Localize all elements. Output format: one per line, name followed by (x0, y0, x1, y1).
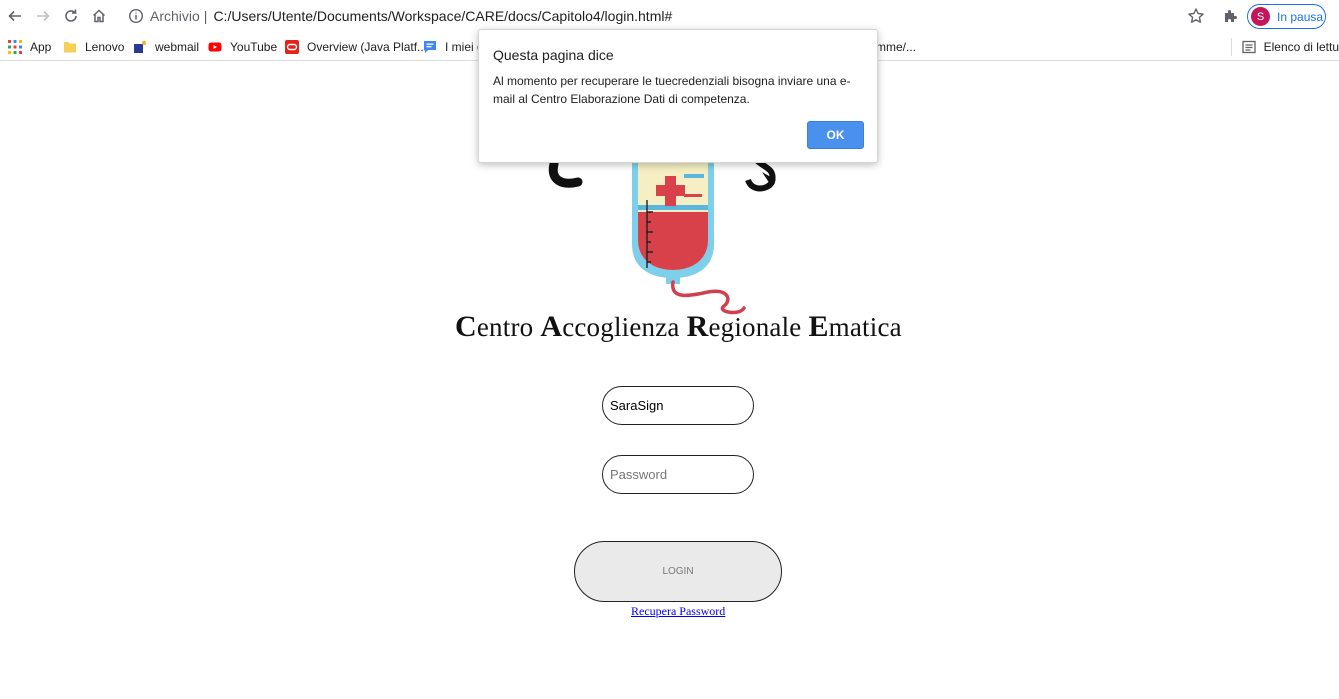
back-button[interactable] (5, 6, 25, 26)
title-initial-r: R (686, 310, 709, 343)
divider (1230, 38, 1232, 56)
reload-button[interactable] (61, 6, 81, 26)
bookmark-app[interactable]: App (8, 38, 51, 56)
recover-password-link[interactable]: Recupera Password (631, 604, 725, 619)
home-icon (92, 9, 106, 23)
username-input[interactable] (602, 386, 754, 425)
reading-list-icon (1241, 40, 1256, 54)
organization-title: Centro Accoglienza Regionale Ematica (455, 310, 905, 344)
bookmark-star-icon[interactable] (1187, 7, 1205, 25)
title-text: ccoglienza (562, 312, 687, 342)
password-input[interactable] (602, 455, 754, 494)
forward-button[interactable] (33, 6, 53, 26)
folder-icon (64, 42, 76, 53)
arrow-left-icon (8, 10, 21, 22)
title-initial-e: E (808, 310, 829, 343)
ok-button[interactable]: OK (807, 121, 864, 149)
dialog-message: Al momento per recuperare le tuecredenzi… (493, 74, 851, 106)
reading-list-label: Elenco di lettu (1263, 40, 1339, 54)
title-initial-a: A (540, 310, 563, 343)
title-text: matica (828, 312, 902, 342)
profile-button[interactable]: S In pausa (1247, 4, 1326, 29)
alert-dialog: Questa pagina dice Al momento per recupe… (478, 29, 878, 163)
title-initial-c: C (455, 310, 477, 343)
url-scheme-label: Archivio (150, 8, 200, 24)
webmail-icon (134, 40, 147, 53)
avatar: S (1251, 7, 1270, 26)
profile-status: In pausa (1277, 9, 1324, 24)
login-button[interactable]: LOGIN (574, 541, 782, 602)
reload-icon (65, 9, 77, 22)
bookmark-lenovo[interactable]: Lenovo (63, 38, 124, 56)
bookmark-i-miei[interactable]: I miei g (423, 38, 484, 56)
title-text: entro (476, 312, 541, 342)
bookmark-youtube[interactable]: YouTube (208, 38, 277, 56)
bookmark-label: mme/... (876, 40, 917, 54)
address-bar[interactable]: Archivio | C:/Users/Utente/Documents/Works… (150, 8, 672, 24)
bookmark-label: Overview (Java Platf... (307, 40, 428, 54)
apps-grid-icon (8, 40, 22, 54)
dialog-title: Questa pagina dice (493, 47, 614, 63)
bookmark-label: webmail (155, 40, 200, 54)
bookmark-webmail[interactable]: webmail (133, 38, 199, 56)
reading-list-button[interactable]: Elenco di lettu (1230, 38, 1339, 56)
bookmark-overview-java[interactable]: Overview (Java Platf... (285, 38, 427, 56)
youtube-icon (208, 42, 222, 52)
home-button[interactable] (89, 6, 109, 26)
bookmark-label: Lenovo (85, 40, 125, 54)
oracle-icon (285, 40, 299, 54)
arrow-right-icon (37, 10, 50, 22)
chat-icon (424, 41, 436, 53)
title-text: egionale (708, 312, 809, 342)
info-icon[interactable] (128, 8, 144, 24)
url-path: C:/Users/Utente/Documents/Workspace/CARE… (213, 8, 673, 24)
bookmark-label: YouTube (230, 40, 278, 54)
extensions-puzzle-icon[interactable] (1222, 7, 1240, 25)
bookmark-label: App (30, 40, 52, 54)
bookmark-mme[interactable]: mme/... (876, 38, 916, 56)
